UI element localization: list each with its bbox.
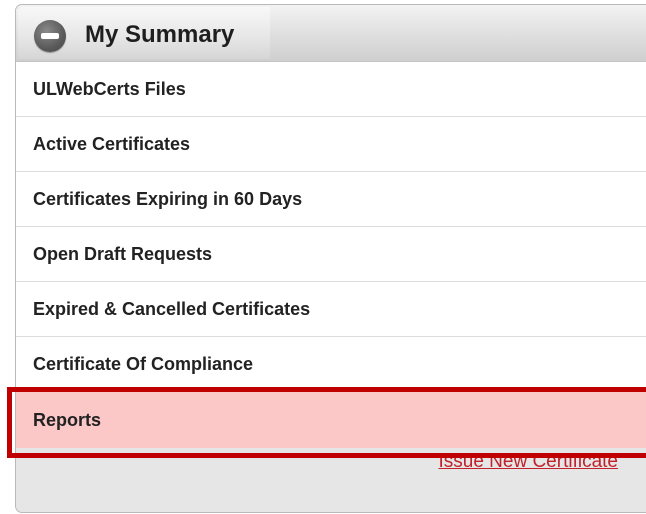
list-item-open-draft-requests[interactable]: Open Draft Requests xyxy=(16,227,646,282)
list-item-certificates-expiring[interactable]: Certificates Expiring in 60 Days xyxy=(16,172,646,227)
my-summary-panel: My Summary ULWebCerts Files Active Certi… xyxy=(15,4,646,513)
list-item-expired-cancelled[interactable]: Expired & Cancelled Certificates xyxy=(16,282,646,337)
panel-title: My Summary xyxy=(85,21,235,48)
issue-new-certificate-link[interactable]: Issue New Certificate xyxy=(438,451,618,473)
panel-header: My Summary xyxy=(16,5,646,62)
summary-list: ULWebCerts Files Active Certificates Cer… xyxy=(16,62,646,448)
list-item-reports[interactable]: Reports xyxy=(16,392,646,448)
panel-footer: Issue New Certificate xyxy=(16,448,646,508)
list-item-certificate-of-compliance[interactable]: Certificate Of Compliance xyxy=(16,337,646,392)
header-tab: My Summary xyxy=(18,7,270,59)
list-item-ulwebcerts-files[interactable]: ULWebCerts Files xyxy=(16,62,646,117)
list-item-active-certificates[interactable]: Active Certificates xyxy=(16,117,646,172)
minus-circle-icon[interactable] xyxy=(34,20,66,52)
